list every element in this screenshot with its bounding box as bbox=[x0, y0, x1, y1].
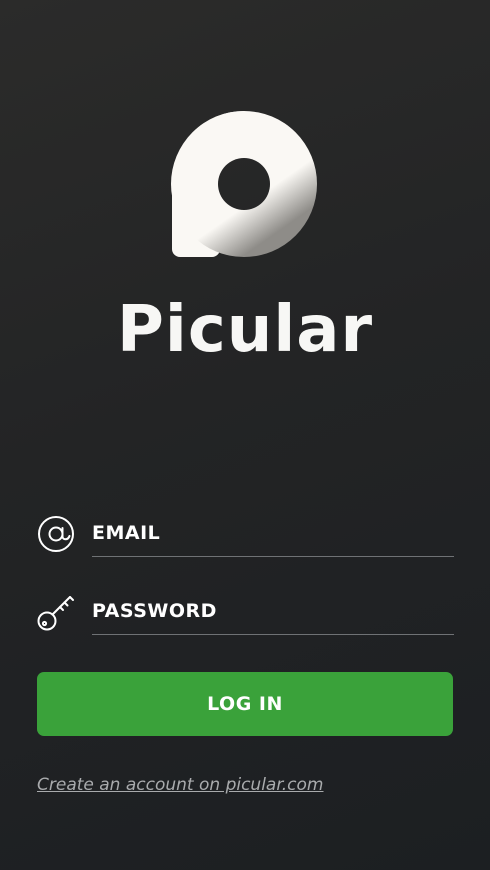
at-sign-icon bbox=[36, 514, 76, 554]
picular-logo-icon bbox=[170, 110, 320, 260]
key-icon bbox=[36, 592, 76, 632]
email-row bbox=[36, 510, 454, 560]
password-field[interactable] bbox=[92, 588, 454, 635]
app-name: Picular bbox=[116, 293, 374, 367]
password-row bbox=[36, 588, 454, 638]
create-account-link[interactable]: Create an account on picular.com bbox=[37, 775, 324, 795]
email-field[interactable] bbox=[92, 510, 454, 557]
login-screen: Picular LOG IN Create an account on picu… bbox=[0, 0, 490, 870]
login-button[interactable]: LOG IN bbox=[37, 672, 453, 736]
